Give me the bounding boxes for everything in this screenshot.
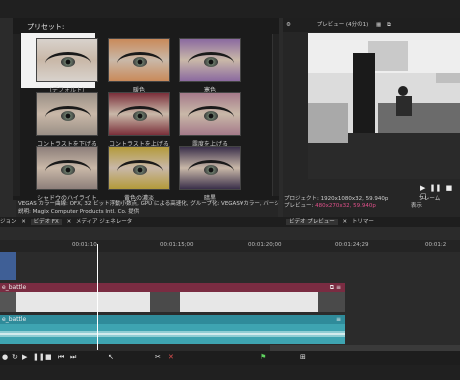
preset-thumbnail[interactable] [108, 92, 170, 136]
ruler-time: 00:01:2 [425, 242, 447, 248]
ruler-time: 00:01:24;29 [335, 242, 369, 248]
zoom-icon[interactable]: ⊞ [300, 353, 306, 361]
preset-thumbnail[interactable] [179, 38, 241, 82]
play-icon[interactable]: ▶ [420, 184, 425, 192]
status-bar [0, 365, 460, 380]
clip-thumbnail [318, 292, 345, 312]
event-name: e_battle [2, 284, 27, 291]
preview-quality-dropdown[interactable]: プレビュー (4分の1) [317, 22, 369, 28]
eye-iris [61, 111, 75, 121]
eye-iris [133, 57, 147, 67]
preview-value: 480x270x32, 59.940p [315, 203, 376, 209]
project-label: プロジェクト: [284, 196, 319, 202]
presets-scrollbar[interactable] [272, 34, 279, 196]
event-menu-icon[interactable]: ≡ [336, 315, 341, 324]
go-end-icon[interactable]: ⏭ [70, 353, 76, 362]
tab-jon[interactable]: ジョン [0, 219, 17, 225]
close-icon[interactable]: ✕ [21, 219, 26, 225]
preset-thumbnail[interactable] [108, 38, 170, 82]
display-label: 表示 [410, 203, 422, 209]
marker-icon[interactable]: ⚑ [260, 353, 266, 361]
frame-label: フレーム [418, 196, 441, 202]
eye-iris [204, 111, 218, 121]
preset-thumbnail[interactable] [108, 146, 170, 190]
video-event-header[interactable]: e_battle ⧉ ≡ [0, 283, 345, 292]
waveform-graphic [0, 331, 345, 337]
audio-event-header[interactable]: e_battle ≡ [0, 315, 345, 324]
gear-icon[interactable]: ⚙ [286, 22, 291, 28]
go-start-icon[interactable]: ⏮ [58, 353, 64, 362]
edit-tool-icon[interactable]: ↖ [108, 353, 114, 361]
eye-iris [133, 111, 147, 121]
eye-iris [61, 57, 75, 67]
fx-description-line2: 説明: Magix Computer Products Intl. Co. 提供 [18, 209, 140, 215]
left-panel-scrollbar[interactable] [13, 34, 20, 196]
video-frame [308, 33, 460, 179]
preset-label: 暗黒 [203, 195, 216, 202]
presets-label: プリセット: [27, 23, 65, 31]
preview-docking-tabs: ビデオ プレビュー ✕ トリマー [283, 217, 460, 227]
ruler-time: 00:01:15;00 [160, 242, 194, 248]
time-ruler[interactable]: 00:01:10 00:01:15;00 00:01:20;00 00:01:2… [0, 240, 460, 252]
eye-iris [204, 57, 218, 67]
fx-description: VEGAS カラー曲線: OFX, 32 ビット浮動小数点, GPU による高速… [16, 200, 278, 218]
pause-icon[interactable]: ❚❚ [430, 184, 442, 192]
top-toolbar [0, 0, 460, 18]
eye-iris [133, 165, 147, 175]
play-icon[interactable]: ▶ [22, 353, 27, 361]
preset-thumbnail[interactable] [36, 92, 98, 136]
preset-thumbnail[interactable] [179, 92, 241, 136]
delete-icon[interactable]: ✕ [168, 353, 174, 361]
clip-thumbnail [150, 292, 180, 312]
split-icon[interactable]: ✂ [155, 353, 161, 361]
concert-scene-image [308, 33, 460, 179]
stop-icon[interactable]: ■ [45, 353, 52, 361]
audio-waveform[interactable] [0, 324, 345, 344]
ruler-time: 00:01:10 [72, 242, 97, 248]
copy-icon[interactable]: ⧉ [387, 22, 391, 28]
preview-label: プレビュー: [284, 203, 314, 209]
grid-icon[interactable]: ▦ [376, 22, 381, 28]
preview-info: プロジェクト: 1920x1080x32, 59.940p フレーム プレビュー:… [284, 196, 460, 218]
pause-icon[interactable]: ❚❚ [33, 353, 45, 361]
tab-trimmer[interactable]: トリマー [352, 219, 374, 225]
close-icon[interactable]: ✕ [343, 219, 348, 225]
clip-thumbnail [0, 292, 16, 312]
preset-thumbnail[interactable] [36, 38, 98, 82]
preset-thumbnail[interactable] [179, 146, 241, 190]
tab-video-preview[interactable]: ビデオ プレビュー [286, 219, 338, 225]
tab-media-generator[interactable]: メディア ジェネレータ [76, 219, 132, 225]
event-fx-icon[interactable]: ⧉ ≡ [330, 283, 341, 292]
preset-thumbnail[interactable] [36, 146, 98, 190]
playhead-cursor[interactable] [97, 244, 98, 350]
event-name: e_battle [2, 316, 27, 323]
tab-video-fx[interactable]: ビデオ FX [30, 219, 62, 225]
stop-icon[interactable]: ■ [446, 184, 453, 192]
preview-transport: ▶ ❚❚ ■ ▢ [420, 184, 460, 200]
left-docking-tabs: ジョン ✕ ビデオ FX ✕ メディア ジェネレータ [0, 217, 283, 227]
close-icon[interactable]: ✕ [67, 219, 72, 225]
video-event-thumbnails[interactable] [0, 292, 345, 312]
ruler-time: 00:01:20;00 [248, 242, 282, 248]
eye-iris [61, 165, 75, 175]
loop-icon[interactable]: ↻ [12, 353, 18, 361]
track-header-region[interactable] [0, 252, 16, 280]
preview-toolbar: ⚙ プレビュー (4分の1) ▦ ⧉ [283, 18, 460, 32]
project-value: 1920x1080x32, 59.940p [320, 196, 389, 202]
eye-iris [204, 165, 218, 175]
record-icon[interactable]: ● [2, 353, 8, 361]
transport-toolbar: ● ↻ ▶ ❚❚ ■ ⏮ ⏭ ↖ ✂ ✕ ⚑ ⊞ [0, 351, 460, 365]
